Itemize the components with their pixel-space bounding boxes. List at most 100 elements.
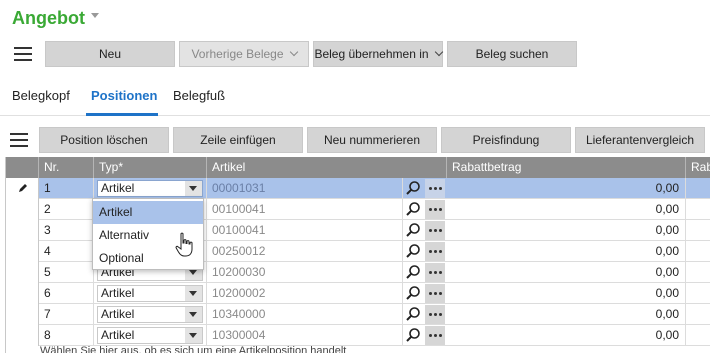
cell-rabatt[interactable] (686, 220, 710, 241)
cell-rabattbetrag[interactable]: 0,00 (447, 178, 686, 199)
cell-rabattbetrag[interactable]: 0,00 (447, 304, 686, 325)
title-dropdown-icon[interactable] (91, 13, 99, 18)
cell-rabatt[interactable] (686, 262, 710, 283)
transfer-document-button[interactable]: Beleg übernehmen in (313, 41, 443, 67)
search-icon[interactable] (405, 180, 422, 197)
select-arrow-icon[interactable] (185, 307, 202, 322)
table-row[interactable]: 8 Artikel 10300004 0,00 (6, 325, 710, 346)
header-indicator (6, 157, 39, 178)
dropdown-option-artikel[interactable]: Artikel (93, 201, 203, 224)
more-icon[interactable] (425, 200, 445, 219)
header-rabattbetrag[interactable]: Rabattbetrag (447, 157, 686, 178)
cell-rabattbetrag[interactable]: 0,00 (447, 241, 686, 262)
search-icon[interactable] (405, 243, 422, 260)
type-select-value: Artikel (101, 307, 135, 321)
cell-artikel[interactable]: 00100041 (207, 220, 403, 241)
row-indicator[interactable] (6, 241, 39, 262)
table-row[interactable]: 7 Artikel 10340000 0,00 (6, 304, 710, 325)
new-button[interactable]: Neu (45, 41, 175, 67)
renumber-button[interactable]: Neu nummerieren (307, 127, 437, 153)
delete-position-button[interactable]: Position löschen (39, 127, 169, 153)
cell-rabattbetrag[interactable]: 0,00 (447, 262, 686, 283)
cell-rabatt[interactable] (686, 199, 710, 220)
type-select[interactable]: Artikel (97, 285, 203, 302)
cell-rabatt[interactable] (686, 304, 710, 325)
select-arrow-icon[interactable] (185, 328, 202, 343)
cell-rabattbetrag[interactable]: 0,00 (447, 283, 686, 304)
header-typ[interactable]: Typ* (94, 157, 207, 178)
more-icon[interactable] (425, 242, 445, 261)
row-indicator[interactable] (6, 283, 39, 304)
insert-row-button[interactable]: Zeile einfügen (173, 127, 303, 153)
cell-nr: 6 (39, 283, 94, 304)
more-icon[interactable] (425, 305, 445, 324)
type-select[interactable]: Artikel (97, 306, 203, 323)
more-icon[interactable] (425, 221, 445, 240)
type-select-value: Artikel (101, 181, 135, 195)
type-select-value: Artikel (101, 328, 135, 342)
table-row[interactable]: 6 Artikel 10200002 0,00 (6, 283, 710, 304)
row-indicator[interactable] (6, 262, 39, 283)
tab-belegkopf[interactable]: Belegkopf (12, 88, 70, 103)
row-indicator[interactable] (6, 325, 39, 346)
cell-artikel[interactable]: 10300004 (207, 325, 403, 346)
price-finding-button[interactable]: Preisfindung (441, 127, 571, 153)
cell-typ[interactable]: Artikel (94, 304, 207, 325)
page-title[interactable]: Angebot (12, 8, 85, 29)
cell-nr: 7 (39, 304, 94, 325)
hand-cursor-icon (175, 232, 193, 257)
cell-rabatt[interactable] (686, 241, 710, 262)
row-indicator[interactable] (6, 178, 39, 199)
tab-belegfuss[interactable]: Belegfuß (173, 88, 225, 103)
cell-artikel[interactable]: 10200002 (207, 283, 403, 304)
tab-positionen[interactable]: Positionen (91, 88, 157, 103)
cell-typ[interactable]: Artikel (94, 325, 207, 346)
search-document-button[interactable]: Beleg suchen (447, 41, 577, 67)
cell-artikel[interactable]: 00100041 (207, 199, 403, 220)
more-icon[interactable] (425, 263, 445, 282)
more-icon[interactable] (425, 179, 445, 198)
select-arrow-icon[interactable] (185, 286, 202, 301)
hamburger-menu-icon[interactable] (14, 47, 32, 61)
cell-nr: 3 (39, 220, 94, 241)
previous-documents-button[interactable]: Vorherige Belege (179, 41, 309, 67)
chevron-down-icon (289, 47, 298, 57)
pencil-icon (19, 184, 27, 192)
row-indicator[interactable] (6, 220, 39, 241)
cell-typ[interactable]: Artikel (94, 178, 207, 199)
cell-artikel[interactable]: 10200030 (207, 262, 403, 283)
header-artikel[interactable]: Artikel (207, 157, 447, 178)
cell-artikel[interactable]: 10340000 (207, 304, 403, 325)
cell-rabattbetrag[interactable]: 0,00 (447, 220, 686, 241)
supplier-comparison-button[interactable]: Lieferantenvergleich (575, 127, 705, 153)
cell-typ[interactable]: Artikel (94, 283, 207, 304)
search-icon[interactable] (405, 306, 422, 323)
search-icon[interactable] (405, 285, 422, 302)
cell-nr: 4 (39, 241, 94, 262)
grid-header: Nr. Typ* Artikel Rabattbetrag Raba (6, 157, 710, 178)
table-row[interactable]: 1 Artikel 00001031 0,00 (6, 178, 710, 199)
type-select[interactable]: Artikel (97, 180, 203, 197)
search-icon[interactable] (405, 327, 422, 344)
tab-bar: Belegkopf Positionen Belegfuß (0, 85, 710, 116)
cell-artikel[interactable]: 00001031 (207, 178, 403, 199)
row-indicator[interactable] (6, 199, 39, 220)
cell-rabatt[interactable] (686, 283, 710, 304)
row-indicator[interactable] (6, 304, 39, 325)
cell-rabatt[interactable] (686, 325, 710, 346)
header-rabatt[interactable]: Raba (686, 157, 710, 178)
cell-artikel[interactable]: 00250012 (207, 241, 403, 262)
cell-rabattbetrag[interactable]: 0,00 (447, 199, 686, 220)
header-nr[interactable]: Nr. (39, 157, 94, 178)
search-icon[interactable] (405, 264, 422, 281)
search-icon[interactable] (405, 222, 422, 239)
more-icon[interactable] (425, 326, 445, 345)
cell-rabatt[interactable] (686, 178, 710, 199)
search-icon[interactable] (405, 201, 422, 218)
cell-rabattbetrag[interactable]: 0,00 (447, 325, 686, 346)
type-select[interactable]: Artikel (97, 327, 203, 344)
more-icon[interactable] (425, 284, 445, 303)
active-tab-indicator (86, 113, 158, 116)
hamburger-menu-icon[interactable] (10, 133, 28, 147)
select-arrow-icon[interactable] (185, 181, 202, 196)
